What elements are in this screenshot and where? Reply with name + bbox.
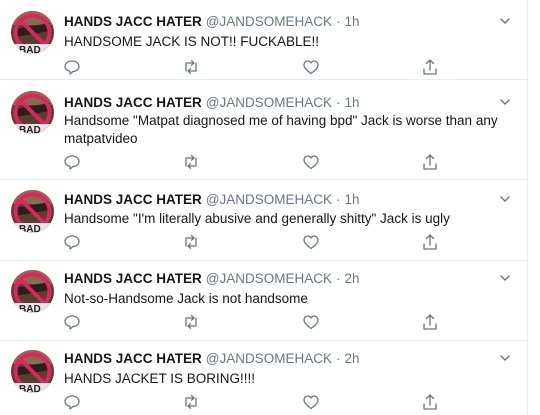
separator: ·: [336, 14, 341, 29]
avatar-badge-text: BAD: [19, 125, 41, 134]
timestamp[interactable]: 1h: [345, 192, 360, 207]
tweet[interactable]: BAD HANDS JACC HATER @JANDSOMEHACK · 2h HAN…: [0, 341, 528, 415]
avatar-image: BAD: [11, 11, 54, 54]
tweet-text-line: HANDSOME JACK IS NOT!! FUCKABLE!!: [64, 34, 320, 49]
display-name[interactable]: HANDS JACC HATER: [64, 271, 202, 286]
chevron-down-icon[interactable]: [498, 271, 512, 285]
user-handle[interactable]: @JANDSOMEHACK: [206, 192, 332, 207]
reply-icon[interactable]: [63, 313, 81, 331]
avatar-image: BAD: [11, 350, 54, 393]
avatar[interactable]: BAD: [11, 190, 54, 233]
tweet[interactable]: BAD HANDS JACC HATER @JANDSOMEHACK · 1h Han…: [0, 180, 528, 261]
tweet[interactable]: BAD HANDS JACC HATER @JANDSOMEHACK · 1h HAN…: [0, 0, 528, 80]
avatar-image: BAD: [11, 190, 54, 233]
avatar[interactable]: BAD: [11, 91, 54, 134]
timestamp[interactable]: 2h: [345, 271, 360, 286]
tweet-header: HANDS JACC HATER @JANDSOMEHACK · 1h: [64, 94, 360, 111]
tweet[interactable]: BAD HANDS JACC HATER @JANDSOMEHACK · 2h Not…: [0, 261, 528, 341]
retweet-icon[interactable]: [182, 393, 200, 411]
share-icon[interactable]: [421, 153, 439, 171]
user-handle[interactable]: @JANDSOMEHACK: [206, 95, 332, 110]
heart-icon[interactable]: [302, 233, 320, 251]
reply-icon[interactable]: [63, 393, 81, 411]
display-name[interactable]: HANDS JACC HATER: [64, 192, 202, 207]
heart-icon[interactable]: [302, 153, 320, 171]
tweet-text: Handsome "Matpat diagnosed me of having …: [64, 112, 504, 148]
avatar[interactable]: BAD: [11, 11, 54, 54]
heart-icon[interactable]: [302, 393, 320, 411]
retweet-icon[interactable]: [182, 233, 200, 251]
retweet-icon[interactable]: [182, 153, 200, 171]
share-icon[interactable]: [421, 233, 439, 251]
chevron-down-icon[interactable]: [498, 351, 512, 365]
chevron-down-icon[interactable]: [498, 95, 512, 109]
separator: ·: [336, 351, 341, 366]
tweet-text-line: matpatvideo: [64, 131, 138, 146]
separator: ·: [336, 271, 341, 286]
tweet-text: HANDSOME JACK IS NOT!! FUCKABLE!!: [64, 33, 504, 51]
tweet[interactable]: BAD HANDS JACC HATER @JANDSOMEHACK · 1h Han…: [0, 80, 528, 180]
avatar-badge-text: BAD: [19, 45, 41, 54]
avatar-image: BAD: [11, 270, 54, 313]
display-name[interactable]: HANDS JACC HATER: [64, 14, 202, 29]
avatar[interactable]: BAD: [11, 270, 54, 313]
avatar-badge-text: BAD: [19, 384, 41, 393]
avatar-badge-text: BAD: [19, 304, 41, 313]
avatar[interactable]: BAD: [11, 350, 54, 393]
share-icon[interactable]: [421, 313, 439, 331]
avatar-image: BAD: [11, 91, 54, 134]
chevron-down-icon[interactable]: [498, 14, 512, 28]
reply-icon[interactable]: [63, 153, 81, 171]
tweet-header: HANDS JACC HATER @JANDSOMEHACK · 2h: [64, 350, 360, 367]
share-icon[interactable]: [421, 58, 439, 76]
retweet-icon[interactable]: [182, 313, 200, 331]
tweet-feed: BAD HANDS JACC HATER @JANDSOMEHACK · 1h HAN…: [0, 0, 528, 415]
tweet-text: Not-so-Handsome Jack is not handsome: [64, 290, 504, 308]
timestamp[interactable]: 2h: [345, 351, 360, 366]
user-handle[interactable]: @JANDSOMEHACK: [206, 14, 332, 29]
retweet-icon[interactable]: [182, 58, 200, 76]
tweet-text: Handsome "I'm literally abusive and gene…: [64, 210, 504, 228]
reply-icon[interactable]: [63, 58, 81, 76]
avatar-badge-text: BAD: [19, 224, 41, 233]
separator: ·: [336, 95, 341, 110]
tweet-header: HANDS JACC HATER @JANDSOMEHACK · 2h: [64, 270, 360, 287]
timestamp[interactable]: 1h: [345, 95, 360, 110]
heart-icon[interactable]: [302, 58, 320, 76]
display-name[interactable]: HANDS JACC HATER: [64, 351, 202, 366]
tweet-text-line: Handsome "Matpat diagnosed me of having …: [64, 113, 498, 128]
tweet-text-line: Handsome "I'm literally abusive and gene…: [64, 211, 450, 226]
chevron-down-icon[interactable]: [498, 192, 512, 206]
tweet-text-line: Not-so-Handsome Jack is not handsome: [64, 291, 308, 306]
tweet-header: HANDS JACC HATER @JANDSOMEHACK · 1h: [64, 191, 360, 208]
share-icon[interactable]: [421, 393, 439, 411]
timestamp[interactable]: 1h: [345, 14, 360, 29]
tweet-text-line: HANDS JACKET IS BORING!!!!: [64, 371, 256, 386]
separator: ·: [336, 192, 341, 207]
tweet-header: HANDS JACC HATER @JANDSOMEHACK · 1h: [64, 13, 360, 30]
reply-icon[interactable]: [63, 233, 81, 251]
user-handle[interactable]: @JANDSOMEHACK: [206, 351, 332, 366]
tweet-text: HANDS JACKET IS BORING!!!!: [64, 370, 504, 388]
heart-icon[interactable]: [302, 313, 320, 331]
display-name[interactable]: HANDS JACC HATER: [64, 95, 202, 110]
user-handle[interactable]: @JANDSOMEHACK: [206, 271, 332, 286]
